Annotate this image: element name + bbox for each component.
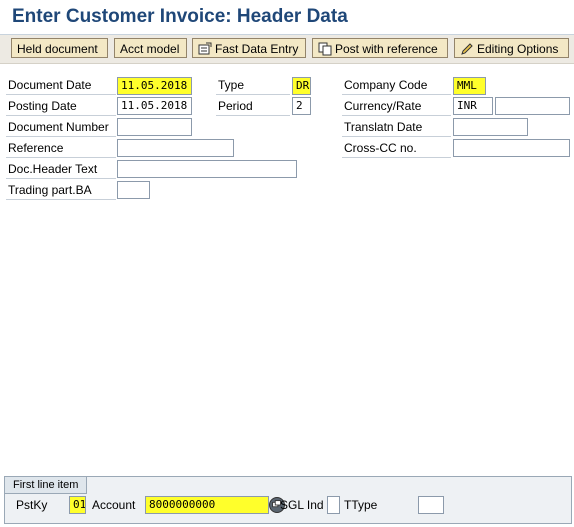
ttype-label: TType <box>344 498 378 512</box>
first-line-item-title: First line item <box>5 477 88 494</box>
period-field[interactable]: 2 <box>292 97 311 115</box>
currency-rate-label: Currency/Rate <box>342 97 451 116</box>
cross-cc-no-field[interactable] <box>453 139 570 157</box>
document-date-field[interactable]: 11.05.2018 <box>117 77 192 95</box>
exchange-rate-field[interactable] <box>495 97 570 115</box>
document-number-label: Document Number <box>6 118 116 137</box>
doc-header-text-label: Doc.Header Text <box>6 160 116 179</box>
fast-data-entry-label: Fast Data Entry <box>215 42 299 56</box>
type-label: Type <box>216 76 290 95</box>
held-document-button[interactable]: Held document <box>11 38 108 58</box>
period-label: Period <box>216 97 290 116</box>
acct-model-label: Acct model <box>120 42 180 56</box>
posting-date-field[interactable]: 11.05.2018 <box>117 97 192 115</box>
trading-part-ba-field[interactable] <box>117 181 150 199</box>
pencil-icon <box>461 43 473 55</box>
document-number-field[interactable] <box>117 118 192 136</box>
type-field[interactable]: DR <box>292 77 311 95</box>
reference-label: Reference <box>6 139 116 158</box>
editing-options-label: Editing Options <box>477 42 559 56</box>
pstky-label: PstKy <box>16 498 48 512</box>
post-with-reference-label: Post with reference <box>335 42 438 56</box>
translatn-date-field[interactable] <box>453 118 528 136</box>
acct-model-button[interactable]: Acct model <box>114 38 187 58</box>
pstky-field[interactable]: 01 <box>69 496 86 514</box>
sgl-ind-field[interactable] <box>327 496 340 514</box>
post-with-reference-button[interactable]: Post with reference <box>312 38 448 58</box>
held-document-label: Held document <box>17 42 98 56</box>
posting-date-label: Posting Date <box>6 97 116 116</box>
company-code-field[interactable]: MML <box>453 77 486 95</box>
copy-document-icon <box>318 42 332 56</box>
document-date-label: Document Date <box>6 76 116 95</box>
trading-part-ba-label: Trading part.BA <box>6 181 116 200</box>
fast-entry-icon <box>198 42 212 55</box>
ttype-field[interactable] <box>418 496 444 514</box>
currency-field[interactable]: INR <box>453 97 493 115</box>
title-bar: Enter Customer Invoice: Header Data <box>0 0 574 35</box>
fast-data-entry-button[interactable]: Fast Data Entry <box>192 38 306 58</box>
doc-header-text-field[interactable] <box>117 160 297 178</box>
account-label: Account <box>92 498 136 512</box>
reference-field[interactable] <box>117 139 234 157</box>
sgl-ind-label: SGL Ind <box>280 498 324 512</box>
translatn-date-label: Translatn Date <box>342 118 451 137</box>
page-title: Enter Customer Invoice: Header Data <box>12 6 348 27</box>
editing-options-button[interactable]: Editing Options <box>454 38 569 58</box>
company-code-label: Company Code <box>342 76 451 95</box>
application-toolbar: Held document Acct model Fast Data Entry… <box>0 35 574 64</box>
account-field[interactable]: 8000000000 <box>145 496 269 514</box>
cross-cc-no-label: Cross-CC no. <box>342 139 451 158</box>
